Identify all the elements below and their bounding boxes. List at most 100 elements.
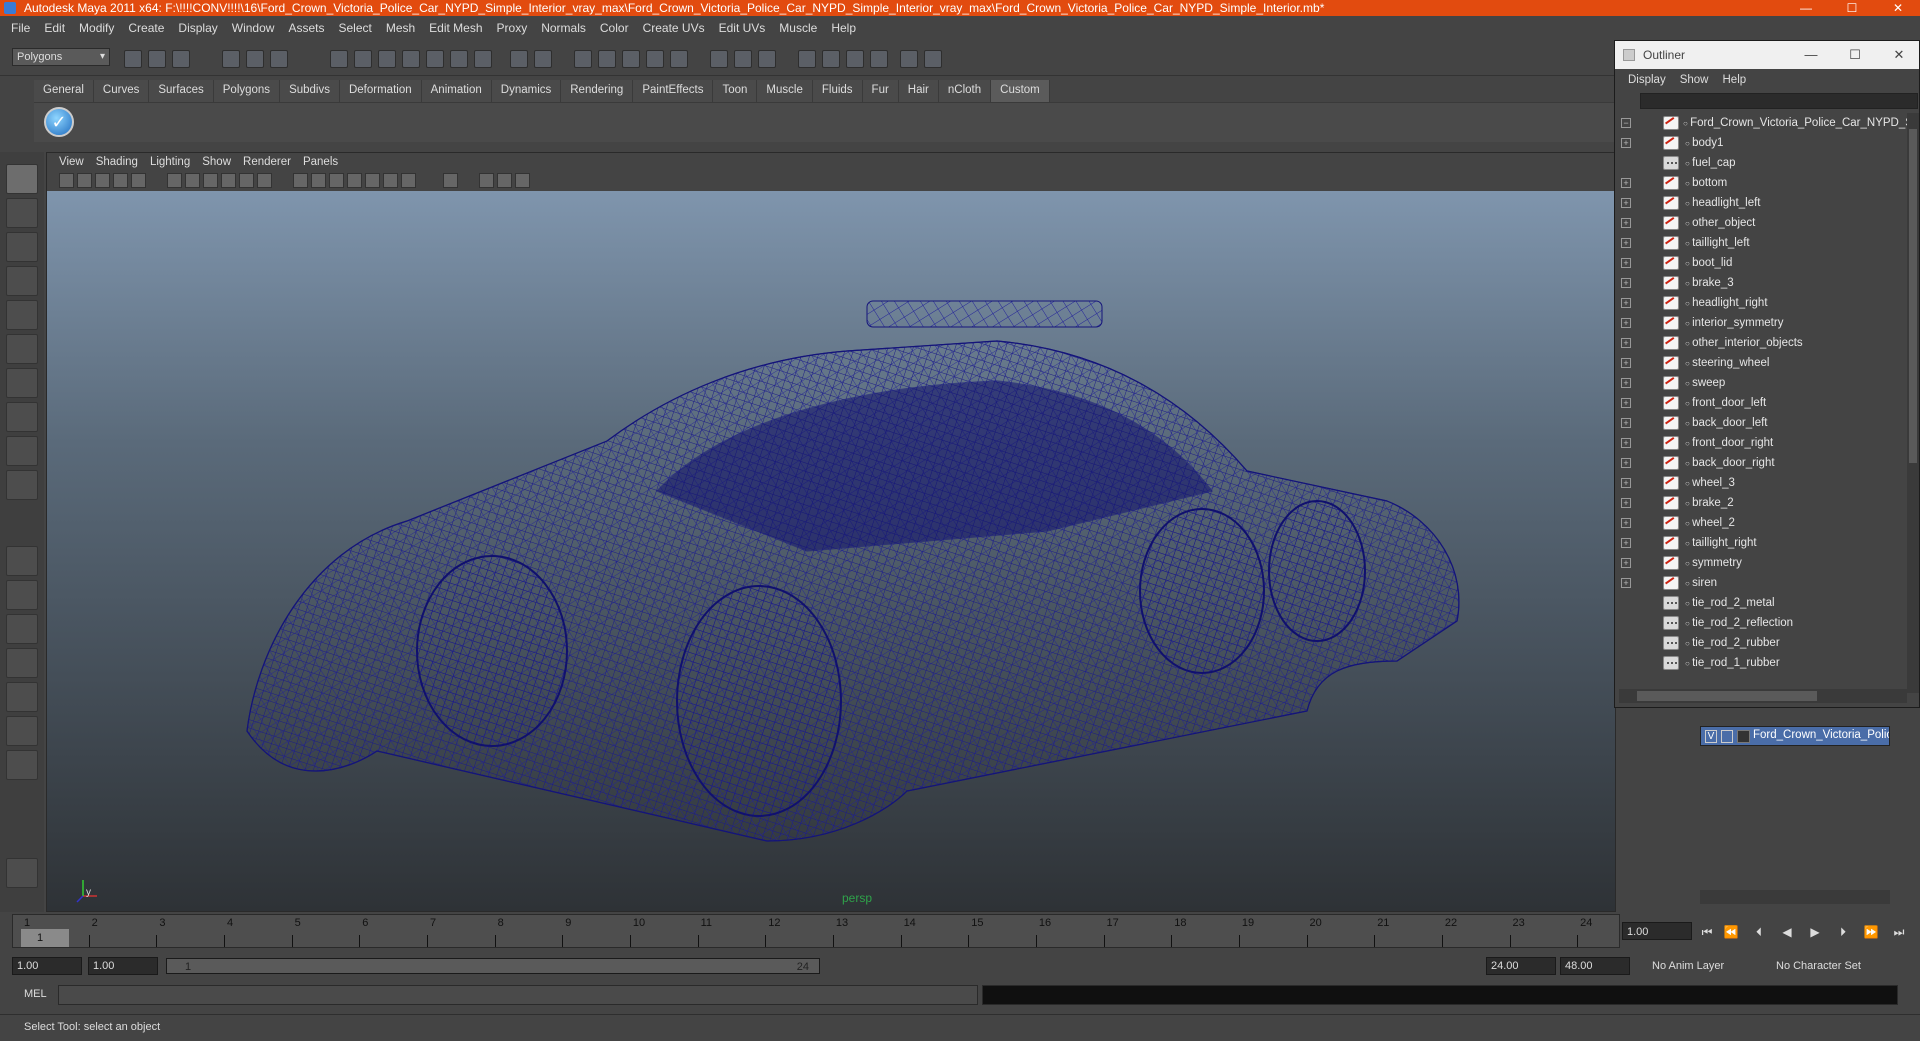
layout-side-by-side-icon[interactable] [6, 614, 38, 644]
layout-four-icon[interactable] [822, 50, 840, 68]
safe-action-icon[interactable] [515, 173, 530, 188]
outliner-vertical-scrollbar[interactable] [1907, 113, 1919, 693]
character-set-dropdown[interactable]: No Character Set [1772, 957, 1861, 975]
hypershade-icon[interactable] [646, 50, 664, 68]
step-forward-key-icon[interactable]: ⏵ [1834, 924, 1852, 940]
lock-icon[interactable] [510, 50, 528, 68]
anim-layer-dropdown[interactable]: No Anim Layer [1648, 957, 1724, 975]
lasso-tool-icon[interactable] [6, 198, 38, 228]
outliner-item[interactable]: + sweep [1619, 373, 1907, 393]
vp-menu-show[interactable]: Show [196, 156, 237, 168]
menu-display[interactable]: Display [171, 21, 224, 35]
outliner-menu-help[interactable]: Help [1716, 74, 1754, 86]
query-icon[interactable] [474, 50, 492, 68]
shelf-tab-toon[interactable]: Toon [713, 80, 758, 102]
camera-attributes-icon[interactable] [77, 173, 92, 188]
outliner-item[interactable]: + siren [1619, 573, 1907, 593]
wireframe-on-shaded-icon[interactable] [221, 173, 236, 188]
menu-set-dropdown[interactable]: Polygons [12, 48, 110, 66]
snap-plane-icon[interactable] [402, 50, 420, 68]
minimize-button[interactable]: — [1784, 0, 1828, 16]
expand-icon[interactable]: + [1621, 258, 1631, 268]
vp-menu-panels[interactable]: Panels [297, 156, 344, 168]
soft-modification-icon[interactable] [6, 402, 38, 432]
render-region-icon[interactable] [670, 50, 688, 68]
outliner-item[interactable]: + boot_lid [1619, 253, 1907, 273]
scroll-thumb[interactable] [1637, 691, 1817, 701]
shelf-tab-muscle[interactable]: Muscle [757, 80, 813, 102]
channel-box-icon[interactable] [710, 50, 728, 68]
expand-icon[interactable]: + [1621, 378, 1631, 388]
range-slider[interactable]: 1 24 [166, 958, 820, 974]
scale-tool-icon[interactable] [6, 334, 38, 364]
3d-viewport[interactable]: y persp [47, 191, 1615, 911]
make-live-icon[interactable] [426, 50, 444, 68]
menu-create[interactable]: Create [121, 21, 171, 35]
isolate-select-icon[interactable] [347, 173, 362, 188]
layer-visibility-toggle[interactable]: V [1705, 730, 1717, 743]
select-object-icon[interactable] [246, 50, 264, 68]
step-back-frame-icon[interactable]: ⏪ [1722, 924, 1740, 940]
light-bulb-icon[interactable] [401, 173, 416, 188]
tool-settings-icon[interactable] [758, 50, 776, 68]
menu-assets[interactable]: Assets [281, 21, 331, 35]
outliner-item[interactable]: + body1 [1619, 133, 1907, 153]
textured-icon[interactable] [257, 173, 272, 188]
outliner-horizontal-scrollbar[interactable] [1619, 689, 1907, 703]
snap-point-icon[interactable] [378, 50, 396, 68]
shelf-tab-animation[interactable]: Animation [421, 80, 492, 102]
menu-select[interactable]: Select [331, 21, 378, 35]
outliner-minimize-button[interactable]: — [1789, 41, 1833, 69]
outliner-item[interactable]: + symmetry [1619, 553, 1907, 573]
select-tool-icon[interactable] [6, 164, 38, 194]
render-settings-icon[interactable] [622, 50, 640, 68]
outliner-item[interactable]: + steering_wheel [1619, 353, 1907, 373]
selection-mask-icon[interactable] [534, 50, 552, 68]
outliner-item[interactable]: + other_object [1619, 213, 1907, 233]
ipr-render-icon[interactable] [598, 50, 616, 68]
show-manipulator-icon[interactable] [6, 436, 38, 466]
image-plane-icon[interactable] [113, 173, 128, 188]
layout-single-icon[interactable] [798, 50, 816, 68]
outliner-item[interactable]: + headlight_right [1619, 293, 1907, 313]
expand-icon[interactable]: + [1621, 318, 1631, 328]
shelf-tab-subdivs[interactable]: Subdivs [280, 80, 340, 102]
command-input[interactable] [58, 985, 978, 1005]
shelf-tab-general[interactable]: General [34, 80, 94, 102]
shelf-tab-rendering[interactable]: Rendering [561, 80, 634, 102]
vp-menu-view[interactable]: View [53, 156, 90, 168]
outliner-filter-input[interactable] [1640, 93, 1918, 109]
expand-icon[interactable]: + [1621, 458, 1631, 468]
layer-horizontal-scrollbar[interactable] [1700, 890, 1890, 904]
menu-mesh[interactable]: Mesh [379, 21, 422, 35]
layout-persp-outliner-icon[interactable] [846, 50, 864, 68]
shelf-tab-fluids[interactable]: Fluids [812, 80, 863, 102]
resolution-gate-icon[interactable] [479, 173, 494, 188]
layout-four-pane-icon[interactable] [6, 580, 38, 610]
outliner-menu-show[interactable]: Show [1673, 74, 1716, 86]
vp-menu-shading[interactable]: Shading [90, 156, 144, 168]
outliner-item[interactable]: + front_door_left [1619, 393, 1907, 413]
select-camera-icon[interactable] [443, 173, 458, 188]
expand-icon[interactable]: + [1621, 418, 1631, 428]
outliner-item[interactable]: + taillight_left [1619, 233, 1907, 253]
collapse-icon[interactable]: − [1621, 118, 1631, 128]
outliner-item[interactable]: + wheel_2 [1619, 513, 1907, 533]
outliner-item[interactable]: tie_rod_1_rubber [1619, 653, 1907, 673]
field-chart-icon[interactable] [497, 173, 512, 188]
layout-hypershade-icon[interactable] [6, 682, 38, 712]
ambient-occlusion-icon[interactable] [383, 173, 398, 188]
expand-icon[interactable]: + [1621, 498, 1631, 508]
menu-normals[interactable]: Normals [534, 21, 593, 35]
anim-start-field[interactable]: 1.00 [88, 957, 158, 975]
layer-color-swatch[interactable] [1737, 730, 1750, 743]
shelf-handle[interactable] [12, 80, 34, 142]
shelf-tab-deformation[interactable]: Deformation [339, 80, 422, 102]
expand-icon[interactable]: + [1621, 398, 1631, 408]
display-layer-row[interactable]: V Ford_Crown_Victoria_Police_ [1700, 726, 1890, 746]
expand-icon[interactable]: + [1621, 278, 1631, 288]
vp-menu-lighting[interactable]: Lighting [144, 156, 196, 168]
end-time-field[interactable]: 48.00 [1560, 957, 1630, 975]
expand-icon[interactable]: + [1621, 138, 1631, 148]
scroll-thumb[interactable] [1909, 129, 1917, 463]
